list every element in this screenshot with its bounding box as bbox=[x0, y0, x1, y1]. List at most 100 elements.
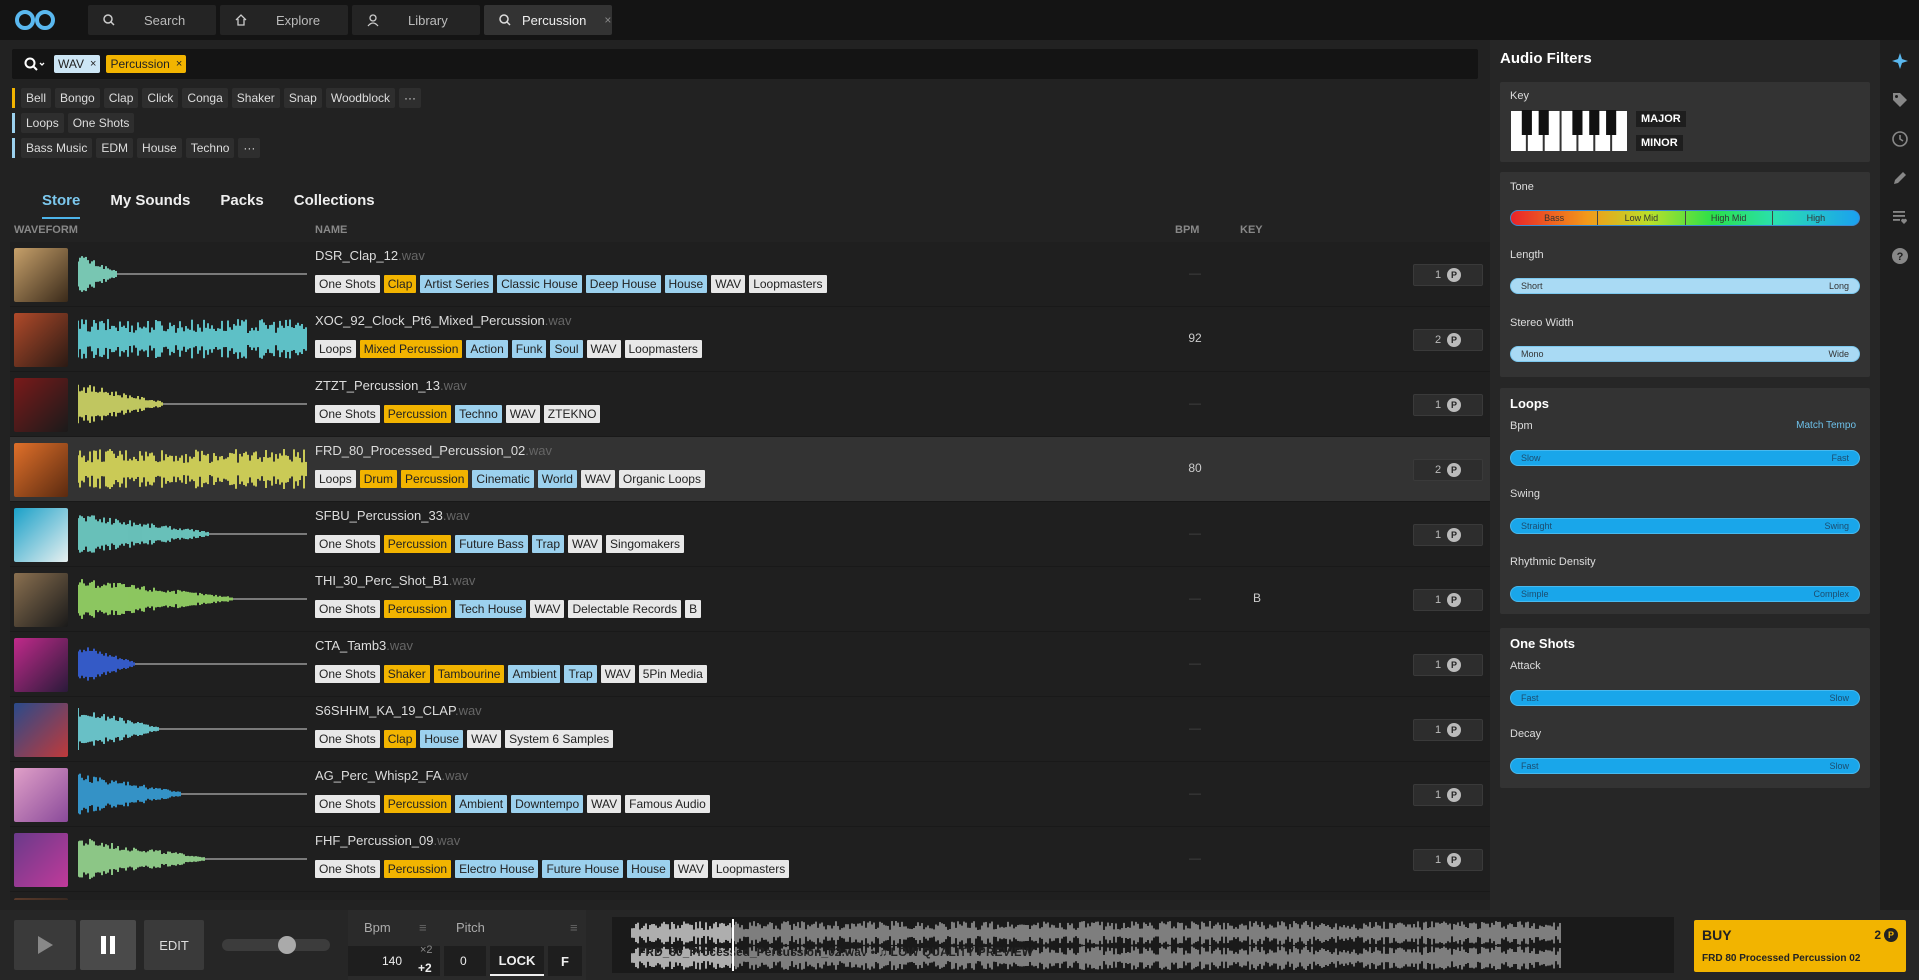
sound-tag[interactable]: Loopmasters bbox=[711, 860, 790, 878]
sound-tag[interactable]: Loops bbox=[315, 340, 356, 358]
sound-name[interactable]: FHF_Percussion_09.wav bbox=[315, 833, 460, 848]
pack-artwork[interactable] bbox=[14, 378, 68, 432]
sound-tag[interactable]: Techno bbox=[455, 405, 502, 423]
lock-button[interactable]: LOCK bbox=[490, 946, 544, 976]
transpose-value[interactable]: +2 bbox=[418, 961, 432, 975]
sound-tag[interactable]: House bbox=[420, 730, 464, 748]
sound-tag[interactable]: Classic House bbox=[497, 275, 582, 293]
sound-tag[interactable]: Ambient bbox=[455, 795, 508, 813]
tone-slider[interactable]: Bass Low Mid High Mid High bbox=[1510, 210, 1860, 226]
waveform[interactable] bbox=[78, 447, 308, 491]
sound-tag[interactable]: Percussion bbox=[383, 860, 452, 878]
pack-artwork[interactable] bbox=[14, 508, 68, 562]
preview-waveform[interactable]: FRD_80_Processed_Percussion_02.wav • ♫ L… bbox=[612, 917, 1674, 973]
sound-tag[interactable]: Delectable Records bbox=[568, 600, 682, 618]
sound-tag[interactable]: Downtempo bbox=[511, 795, 584, 813]
playhead[interactable] bbox=[732, 919, 734, 971]
tab-explore[interactable]: Explore bbox=[220, 5, 348, 35]
sound-tag[interactable]: One Shots bbox=[315, 600, 380, 618]
sound-tag[interactable]: 5Pin Media bbox=[638, 665, 707, 683]
volume-knob[interactable] bbox=[277, 936, 296, 954]
sound-tag[interactable]: One Shots bbox=[315, 665, 380, 683]
buy-credit-button[interactable]: 2P bbox=[1413, 329, 1483, 351]
waveform[interactable] bbox=[78, 642, 308, 686]
history-icon[interactable] bbox=[1889, 128, 1911, 150]
sound-tag[interactable]: One Shots bbox=[315, 275, 380, 293]
close-icon[interactable]: × bbox=[90, 58, 96, 70]
length-slider[interactable]: Short Long bbox=[1510, 278, 1860, 294]
table-row[interactable]: CTA_Tamb3.wav One Shots Shaker Tambourine Am… bbox=[10, 632, 1490, 697]
pack-artwork[interactable] bbox=[14, 248, 68, 302]
black-key[interactable] bbox=[1589, 110, 1600, 135]
facet-tag[interactable]: Snap bbox=[283, 88, 322, 108]
buy-credit-button[interactable]: 1P bbox=[1413, 784, 1483, 806]
decay-slider[interactable]: Fast Slow bbox=[1510, 758, 1860, 774]
facet-tag[interactable]: Bass Music bbox=[21, 138, 93, 158]
minor-button[interactable]: MINOR bbox=[1636, 135, 1683, 151]
buy-credit-button[interactable]: 1P bbox=[1413, 654, 1483, 676]
waveform[interactable] bbox=[78, 577, 308, 621]
buy-credit-button[interactable]: 1P bbox=[1413, 589, 1483, 611]
buy-button[interactable]: BUY 2P FRD 80 Processed Percussion 02 bbox=[1694, 920, 1906, 972]
f-button[interactable]: F bbox=[548, 946, 582, 976]
sound-name[interactable]: S6SHHM_KA_19_CLAP.wav bbox=[315, 703, 482, 718]
match-tempo-link[interactable]: Match Tempo bbox=[1796, 420, 1856, 431]
sound-tag[interactable]: Percussion bbox=[383, 535, 452, 553]
facet-tag[interactable]: EDM bbox=[96, 138, 134, 158]
sparkle-icon[interactable] bbox=[1889, 50, 1911, 72]
waveform[interactable] bbox=[78, 772, 308, 816]
sound-tag[interactable]: World bbox=[537, 470, 577, 488]
logo[interactable] bbox=[0, 0, 70, 40]
sound-tag[interactable]: Tambourine bbox=[433, 665, 505, 683]
sound-tag[interactable]: Electro House bbox=[455, 860, 539, 878]
sound-tag[interactable]: One Shots bbox=[315, 860, 380, 878]
stereo-width-slider[interactable]: Mono Wide bbox=[1510, 346, 1860, 362]
table-row[interactable]: FHF_Percussion_09.wav One Shots Percussion… bbox=[10, 827, 1490, 892]
facet-tag[interactable]: One Shots bbox=[67, 113, 135, 133]
tab-my-sounds[interactable]: My Sounds bbox=[110, 192, 190, 219]
sound-name[interactable]: CTA_Tamb3.wav bbox=[315, 638, 413, 653]
waveform[interactable] bbox=[78, 382, 308, 426]
black-key[interactable] bbox=[1538, 110, 1549, 135]
pack-artwork[interactable] bbox=[14, 703, 68, 757]
sound-tag[interactable]: Shaker bbox=[383, 665, 430, 683]
facet-tag[interactable]: Woodblock bbox=[325, 88, 395, 108]
sound-tag[interactable]: One Shots bbox=[315, 730, 380, 748]
tab-store[interactable]: Store bbox=[42, 192, 81, 219]
major-button[interactable]: MAJOR bbox=[1636, 111, 1686, 127]
facet-tag[interactable]: Clap bbox=[103, 88, 139, 108]
pause-button[interactable] bbox=[80, 920, 136, 970]
sound-name[interactable]: ZTZT_Percussion_13.wav bbox=[315, 378, 467, 393]
buy-credit-button[interactable]: 1P bbox=[1413, 394, 1483, 416]
play-button[interactable] bbox=[14, 920, 76, 970]
sound-tag[interactable]: Drum bbox=[359, 470, 398, 488]
table-row[interactable]: THI_30_Perc_Shot_B1.wav One Shots Percussi… bbox=[10, 567, 1490, 632]
pack-artwork[interactable] bbox=[14, 313, 68, 367]
facet-tag[interactable]: Click bbox=[142, 88, 179, 108]
sound-tag[interactable]: Clap bbox=[383, 275, 417, 293]
sound-tag[interactable]: Percussion bbox=[383, 795, 452, 813]
sound-tag[interactable]: House bbox=[664, 275, 708, 293]
sound-name[interactable]: DSR_Clap_12.wav bbox=[315, 248, 425, 263]
sound-tag[interactable]: Future House bbox=[542, 860, 624, 878]
sound-name[interactable]: SFBU_Percussion_33.wav bbox=[315, 508, 470, 523]
table-row[interactable]: XOC_92_Clock_Pt6_Mixed_Percussion.wav Loo… bbox=[10, 307, 1490, 372]
sound-tag[interactable]: ZTEKNO bbox=[543, 405, 601, 423]
sound-tag[interactable]: Artist Series bbox=[420, 275, 494, 293]
close-icon[interactable]: × bbox=[604, 13, 611, 27]
volume-slider[interactable] bbox=[222, 936, 330, 954]
pack-artwork[interactable] bbox=[14, 833, 68, 887]
sound-tag[interactable]: WAV bbox=[467, 730, 502, 748]
column-header-key[interactable]: KEY bbox=[1240, 224, 1263, 236]
table-row[interactable]: SFBU_Percussion_33.wav One Shots Percussio… bbox=[10, 502, 1490, 567]
sound-tag[interactable]: One Shots bbox=[315, 405, 380, 423]
tag-icon[interactable] bbox=[1889, 89, 1911, 111]
column-header-bpm[interactable]: BPM bbox=[1175, 224, 1199, 236]
sound-name[interactable]: FRD_80_Processed_Percussion_02.wav bbox=[315, 443, 552, 458]
sound-tag[interactable]: Deep House bbox=[585, 275, 661, 293]
waveform[interactable] bbox=[78, 512, 308, 556]
sound-name[interactable]: NM_DRUMHIT1.wav bbox=[315, 898, 436, 900]
sound-tag[interactable]: Future Bass bbox=[455, 535, 528, 553]
sound-tag[interactable]: Soul bbox=[550, 340, 583, 358]
sound-tag[interactable]: Trap bbox=[531, 535, 565, 553]
